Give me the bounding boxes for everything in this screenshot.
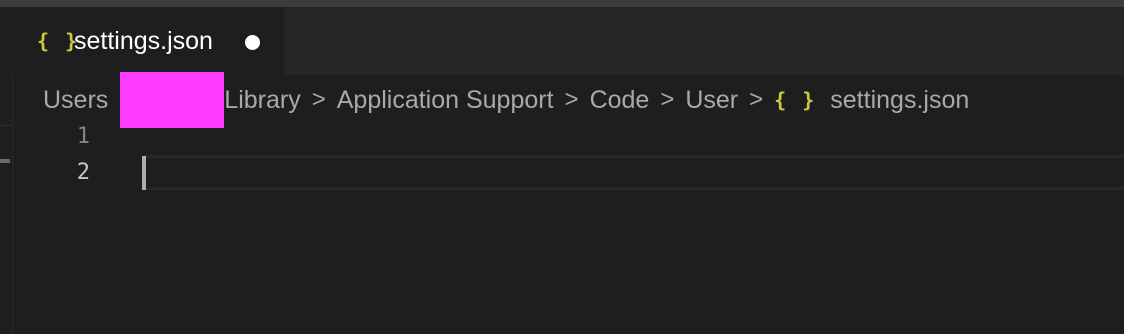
redacted-username — [120, 72, 225, 128]
breadcrumb-item-user[interactable]: User — [685, 86, 738, 115]
text-cursor — [142, 156, 146, 190]
breadcrumb-item-settings-json[interactable]: settings.json — [830, 86, 969, 115]
json-file-icon: { } — [774, 88, 817, 112]
tab-bar: { } settings.json — [12, 7, 1124, 75]
breadcrumb: Users Library > Application Support > Co… — [43, 72, 969, 128]
tab-settings-json[interactable]: { } settings.json — [12, 7, 284, 75]
current-line-highlight[interactable] — [142, 155, 1124, 190]
breadcrumb-item-users[interactable]: Users — [43, 86, 108, 115]
chevron-right-icon: > — [311, 86, 326, 113]
breadcrumb-item-library[interactable]: Library — [224, 86, 300, 115]
gutter-divider — [0, 125, 12, 126]
tab-label: settings.json — [74, 27, 213, 55]
scroll-marker — [0, 159, 10, 163]
unsaved-dot-icon[interactable] — [245, 35, 260, 50]
line-number: 2 — [76, 160, 90, 185]
editor-window: { } settings.json Users Library > Applic… — [0, 0, 1124, 334]
chevron-right-icon: > — [564, 86, 579, 113]
breadcrumb-item-application-support[interactable]: Application Support — [337, 86, 554, 115]
breadcrumb-item-code[interactable]: Code — [590, 86, 650, 115]
chevron-right-icon: > — [749, 86, 764, 113]
chevron-right-icon: > — [660, 86, 675, 113]
title-strip — [0, 0, 1124, 7]
json-file-icon: { } — [37, 29, 80, 53]
line-number: 1 — [76, 124, 90, 149]
